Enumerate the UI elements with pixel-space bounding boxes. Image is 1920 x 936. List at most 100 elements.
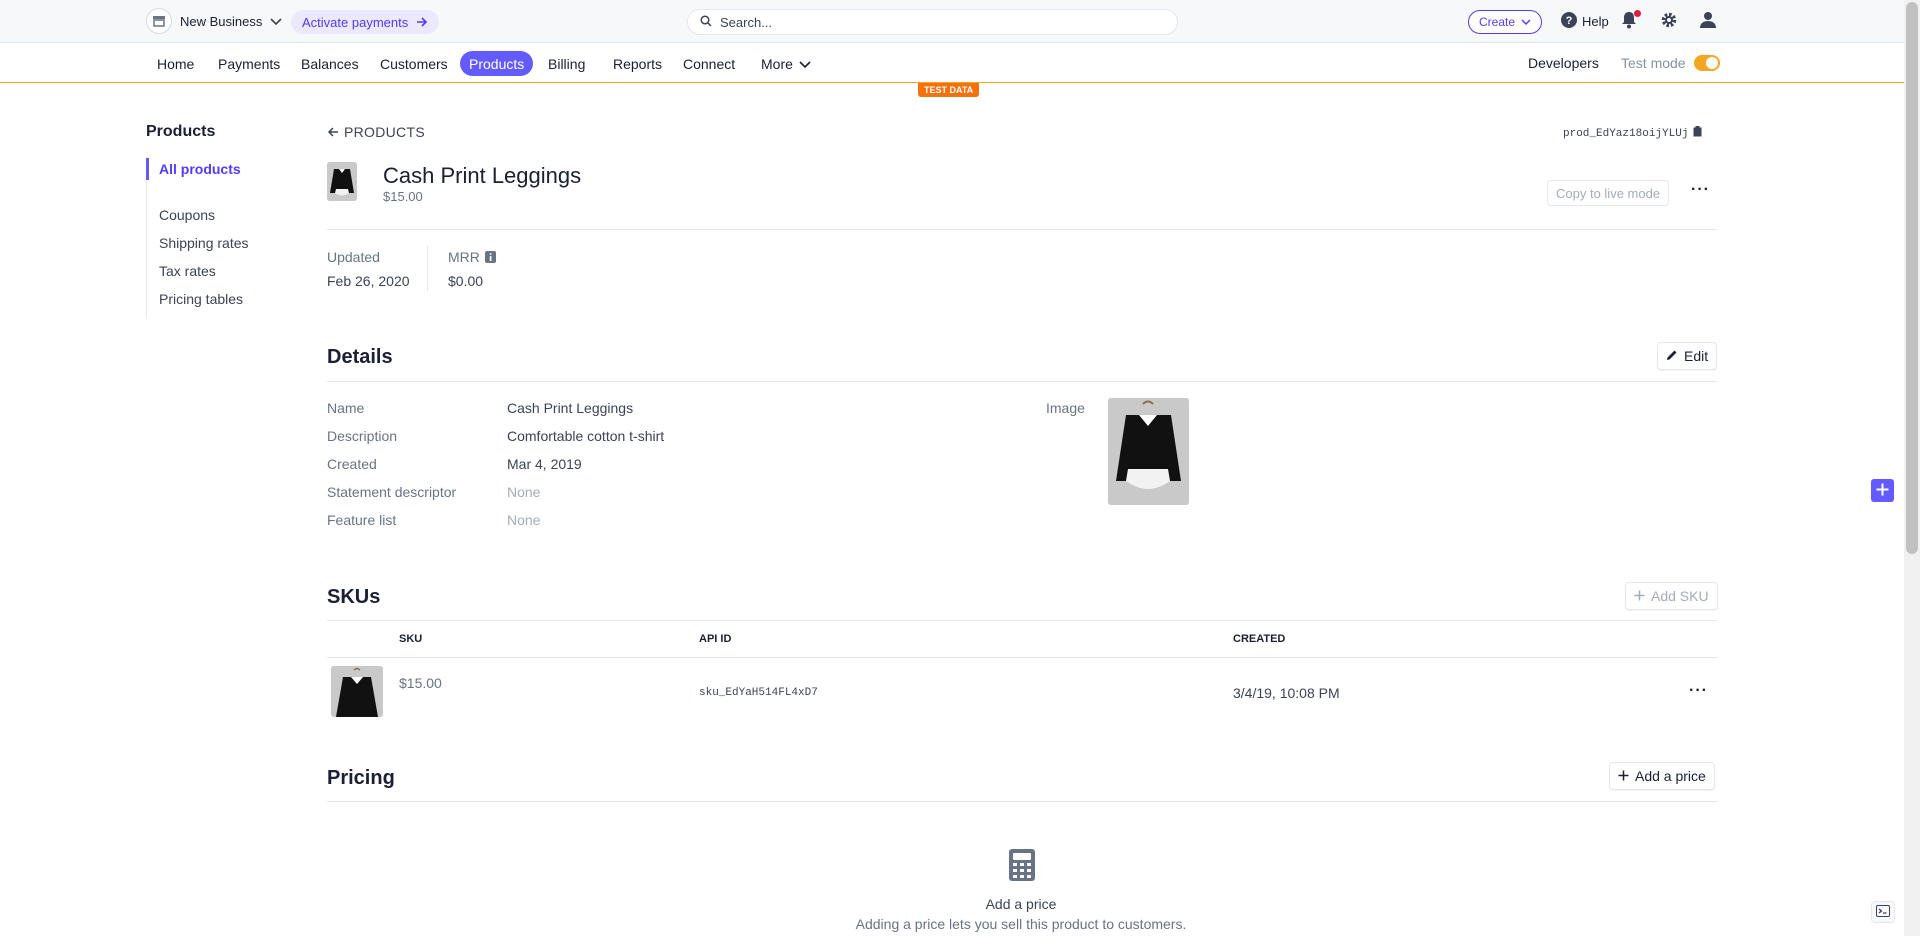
sku-thumbnail: [331, 666, 383, 717]
column-header-created[interactable]: CREATED: [1233, 633, 1285, 645]
detail-label-name: Name: [327, 400, 365, 416]
nav-home[interactable]: Home: [148, 51, 203, 76]
clipboard-icon[interactable]: [1693, 126, 1702, 141]
empty-state-description: Adding a price lets you sell this produc…: [855, 916, 1187, 932]
notification-dot: [1634, 10, 1641, 17]
column-header-sku[interactable]: SKU: [399, 633, 422, 645]
pencil-icon: [1666, 348, 1678, 364]
sidebar-title: Products: [146, 123, 216, 140]
page-title: Cash Print Leggings: [383, 163, 582, 188]
table-header-divider: [327, 657, 1717, 658]
detail-value-description: Comfortable cotton t-shirt: [507, 428, 665, 444]
row-actions-icon[interactable]: ···: [1689, 682, 1708, 700]
details-heading: Details: [327, 346, 393, 368]
business-switcher[interactable]: New Business: [146, 8, 282, 34]
nav-connect[interactable]: Connect: [674, 51, 744, 76]
store-icon: [146, 8, 172, 34]
developers-link[interactable]: Developers: [1528, 55, 1599, 71]
plus-icon: [1876, 483, 1889, 499]
floating-add-button[interactable]: [1871, 479, 1894, 502]
activate-payments-label: Activate payments: [302, 14, 409, 30]
sidebar-item-shipping-rates[interactable]: Shipping rates: [159, 235, 249, 251]
business-name: New Business: [180, 13, 263, 29]
sidebar-item-tax-rates[interactable]: Tax rates: [159, 263, 216, 279]
arrow-right-icon: [416, 15, 428, 30]
help-icon: ?: [1561, 12, 1577, 31]
plus-icon: [1634, 588, 1645, 604]
back-label: PRODUCTS: [344, 124, 425, 140]
terminal-button[interactable]: [1871, 901, 1895, 923]
nav-more[interactable]: More: [752, 51, 820, 76]
edit-label: Edit: [1684, 348, 1709, 364]
info-icon[interactable]: [485, 250, 496, 266]
detail-label-created: Created: [327, 456, 377, 472]
create-label: Create: [1479, 15, 1516, 29]
sku-api-id: sku_EdYaH514FL4xD7: [699, 687, 818, 699]
product-price: $15.00: [383, 189, 423, 204]
user-icon[interactable]: [1699, 11, 1717, 32]
toggle-switch[interactable]: [1693, 55, 1720, 71]
chevron-down-icon: [799, 56, 811, 72]
copy-to-live-mode-button[interactable]: Copy to live mode: [1547, 180, 1670, 206]
main-nav: Home Payments Balances Customers Product…: [0, 44, 1904, 83]
nav-reports[interactable]: Reports: [604, 51, 671, 76]
search-placeholder: Search...: [720, 14, 773, 30]
plus-icon: [1618, 768, 1629, 784]
nav-billing[interactable]: Billing: [539, 51, 594, 76]
test-mode-toggle[interactable]: Test mode: [1621, 55, 1720, 71]
gear-icon[interactable]: [1660, 11, 1678, 32]
terminal-icon: [1876, 904, 1890, 920]
detail-label-description: Description: [327, 428, 398, 444]
nav-balances[interactable]: Balances: [292, 51, 368, 76]
mrr-label: MRR: [448, 249, 480, 265]
svg-text:?: ?: [1566, 15, 1573, 27]
product-thumbnail: [327, 162, 357, 201]
nav-products[interactable]: Products: [460, 51, 534, 76]
sidebar-item-pricing-tables[interactable]: Pricing tables: [159, 291, 243, 307]
add-price-label: Add a price: [1635, 768, 1706, 784]
detail-value-created: Mar 4, 2019: [507, 456, 582, 472]
sidebar-item-all-products[interactable]: All products: [159, 161, 241, 177]
scrollbar-thumb[interactable]: [1906, 2, 1918, 554]
more-actions-icon[interactable]: ···: [1691, 181, 1710, 199]
search-input[interactable]: Search...: [687, 9, 1178, 35]
product-image[interactable]: [1108, 398, 1189, 505]
header-divider: [327, 229, 1717, 230]
sidebar-item-coupons[interactable]: Coupons: [159, 207, 215, 223]
product-id[interactable]: prod_EdYaz18oijYLUj: [1563, 126, 1702, 141]
detail-label-feature-list: Feature list: [327, 512, 397, 528]
test-data-badge: TEST DATA: [918, 83, 980, 97]
skus-heading: SKUs: [327, 586, 381, 608]
image-label: Image: [1046, 400, 1085, 416]
detail-label-statement-descriptor: Statement descriptor: [327, 484, 457, 500]
column-header-api-id[interactable]: API ID: [699, 633, 731, 645]
detail-value-statement-descriptor: None: [507, 484, 541, 500]
sidebar-divider: [146, 157, 147, 317]
activate-payments-button[interactable]: Activate payments: [291, 10, 440, 34]
product-id-text: prod_EdYaz18oijYLUj: [1563, 127, 1689, 140]
chevron-down-icon: [1521, 15, 1531, 29]
detail-value-name: Cash Print Leggings: [507, 400, 634, 416]
edit-button[interactable]: Edit: [1657, 342, 1718, 370]
search-icon: [700, 14, 712, 30]
add-price-button[interactable]: Add a price: [1609, 762, 1715, 790]
empty-state-title: Add a price: [985, 896, 1057, 912]
sidebar-active-indicator: [146, 158, 149, 180]
back-to-products-link[interactable]: PRODUCTS: [327, 124, 425, 140]
help-label: Help: [1582, 14, 1609, 29]
updated-label: Updated: [327, 249, 380, 265]
nav-payments[interactable]: Payments: [209, 51, 289, 76]
pricing-heading: Pricing: [327, 767, 395, 789]
create-button[interactable]: Create: [1468, 10, 1543, 34]
pricing-divider: [327, 801, 1717, 802]
test-mode-label: Test mode: [1621, 55, 1686, 71]
detail-value-feature-list: None: [507, 512, 541, 528]
stat-divider: [427, 246, 428, 291]
chevron-down-icon: [270, 14, 282, 29]
add-sku-button[interactable]: Add SKU: [1625, 582, 1718, 610]
arrow-left-icon: [327, 124, 339, 140]
skus-divider: [327, 620, 1717, 621]
mrr-value: $0.00: [448, 273, 484, 289]
help-button[interactable]: ? Help: [1561, 12, 1609, 31]
nav-customers[interactable]: Customers: [371, 51, 457, 76]
